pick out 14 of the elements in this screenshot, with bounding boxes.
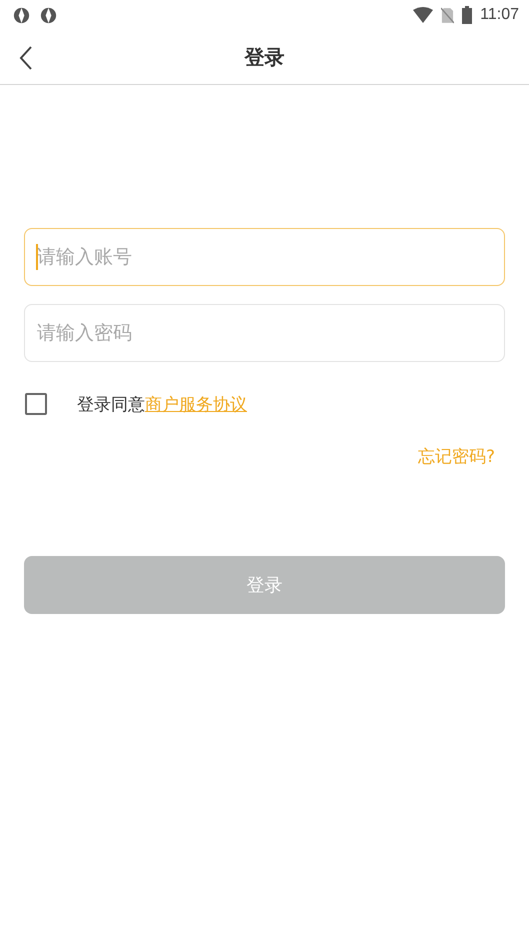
app-icon bbox=[12, 6, 31, 24]
page-title: 登录 bbox=[244, 44, 284, 70]
wifi-icon bbox=[413, 7, 434, 23]
app-icon bbox=[39, 6, 58, 24]
no-sim-icon bbox=[441, 6, 454, 24]
battery-icon bbox=[462, 6, 472, 24]
input-field[interactable]: 请输入账号 bbox=[24, 228, 505, 286]
clock: 11:07 bbox=[480, 6, 519, 24]
input-field[interactable]: 请输入密码 bbox=[24, 304, 505, 362]
agreement-link[interactable]: 商户服务协议 bbox=[145, 394, 247, 414]
agreement-text: 登录同意 bbox=[77, 394, 145, 414]
agreement-checkbox[interactable] bbox=[25, 393, 47, 415]
back-icon[interactable] bbox=[19, 45, 33, 71]
forgot-password-link[interactable]: 忘记密码? bbox=[418, 445, 495, 468]
